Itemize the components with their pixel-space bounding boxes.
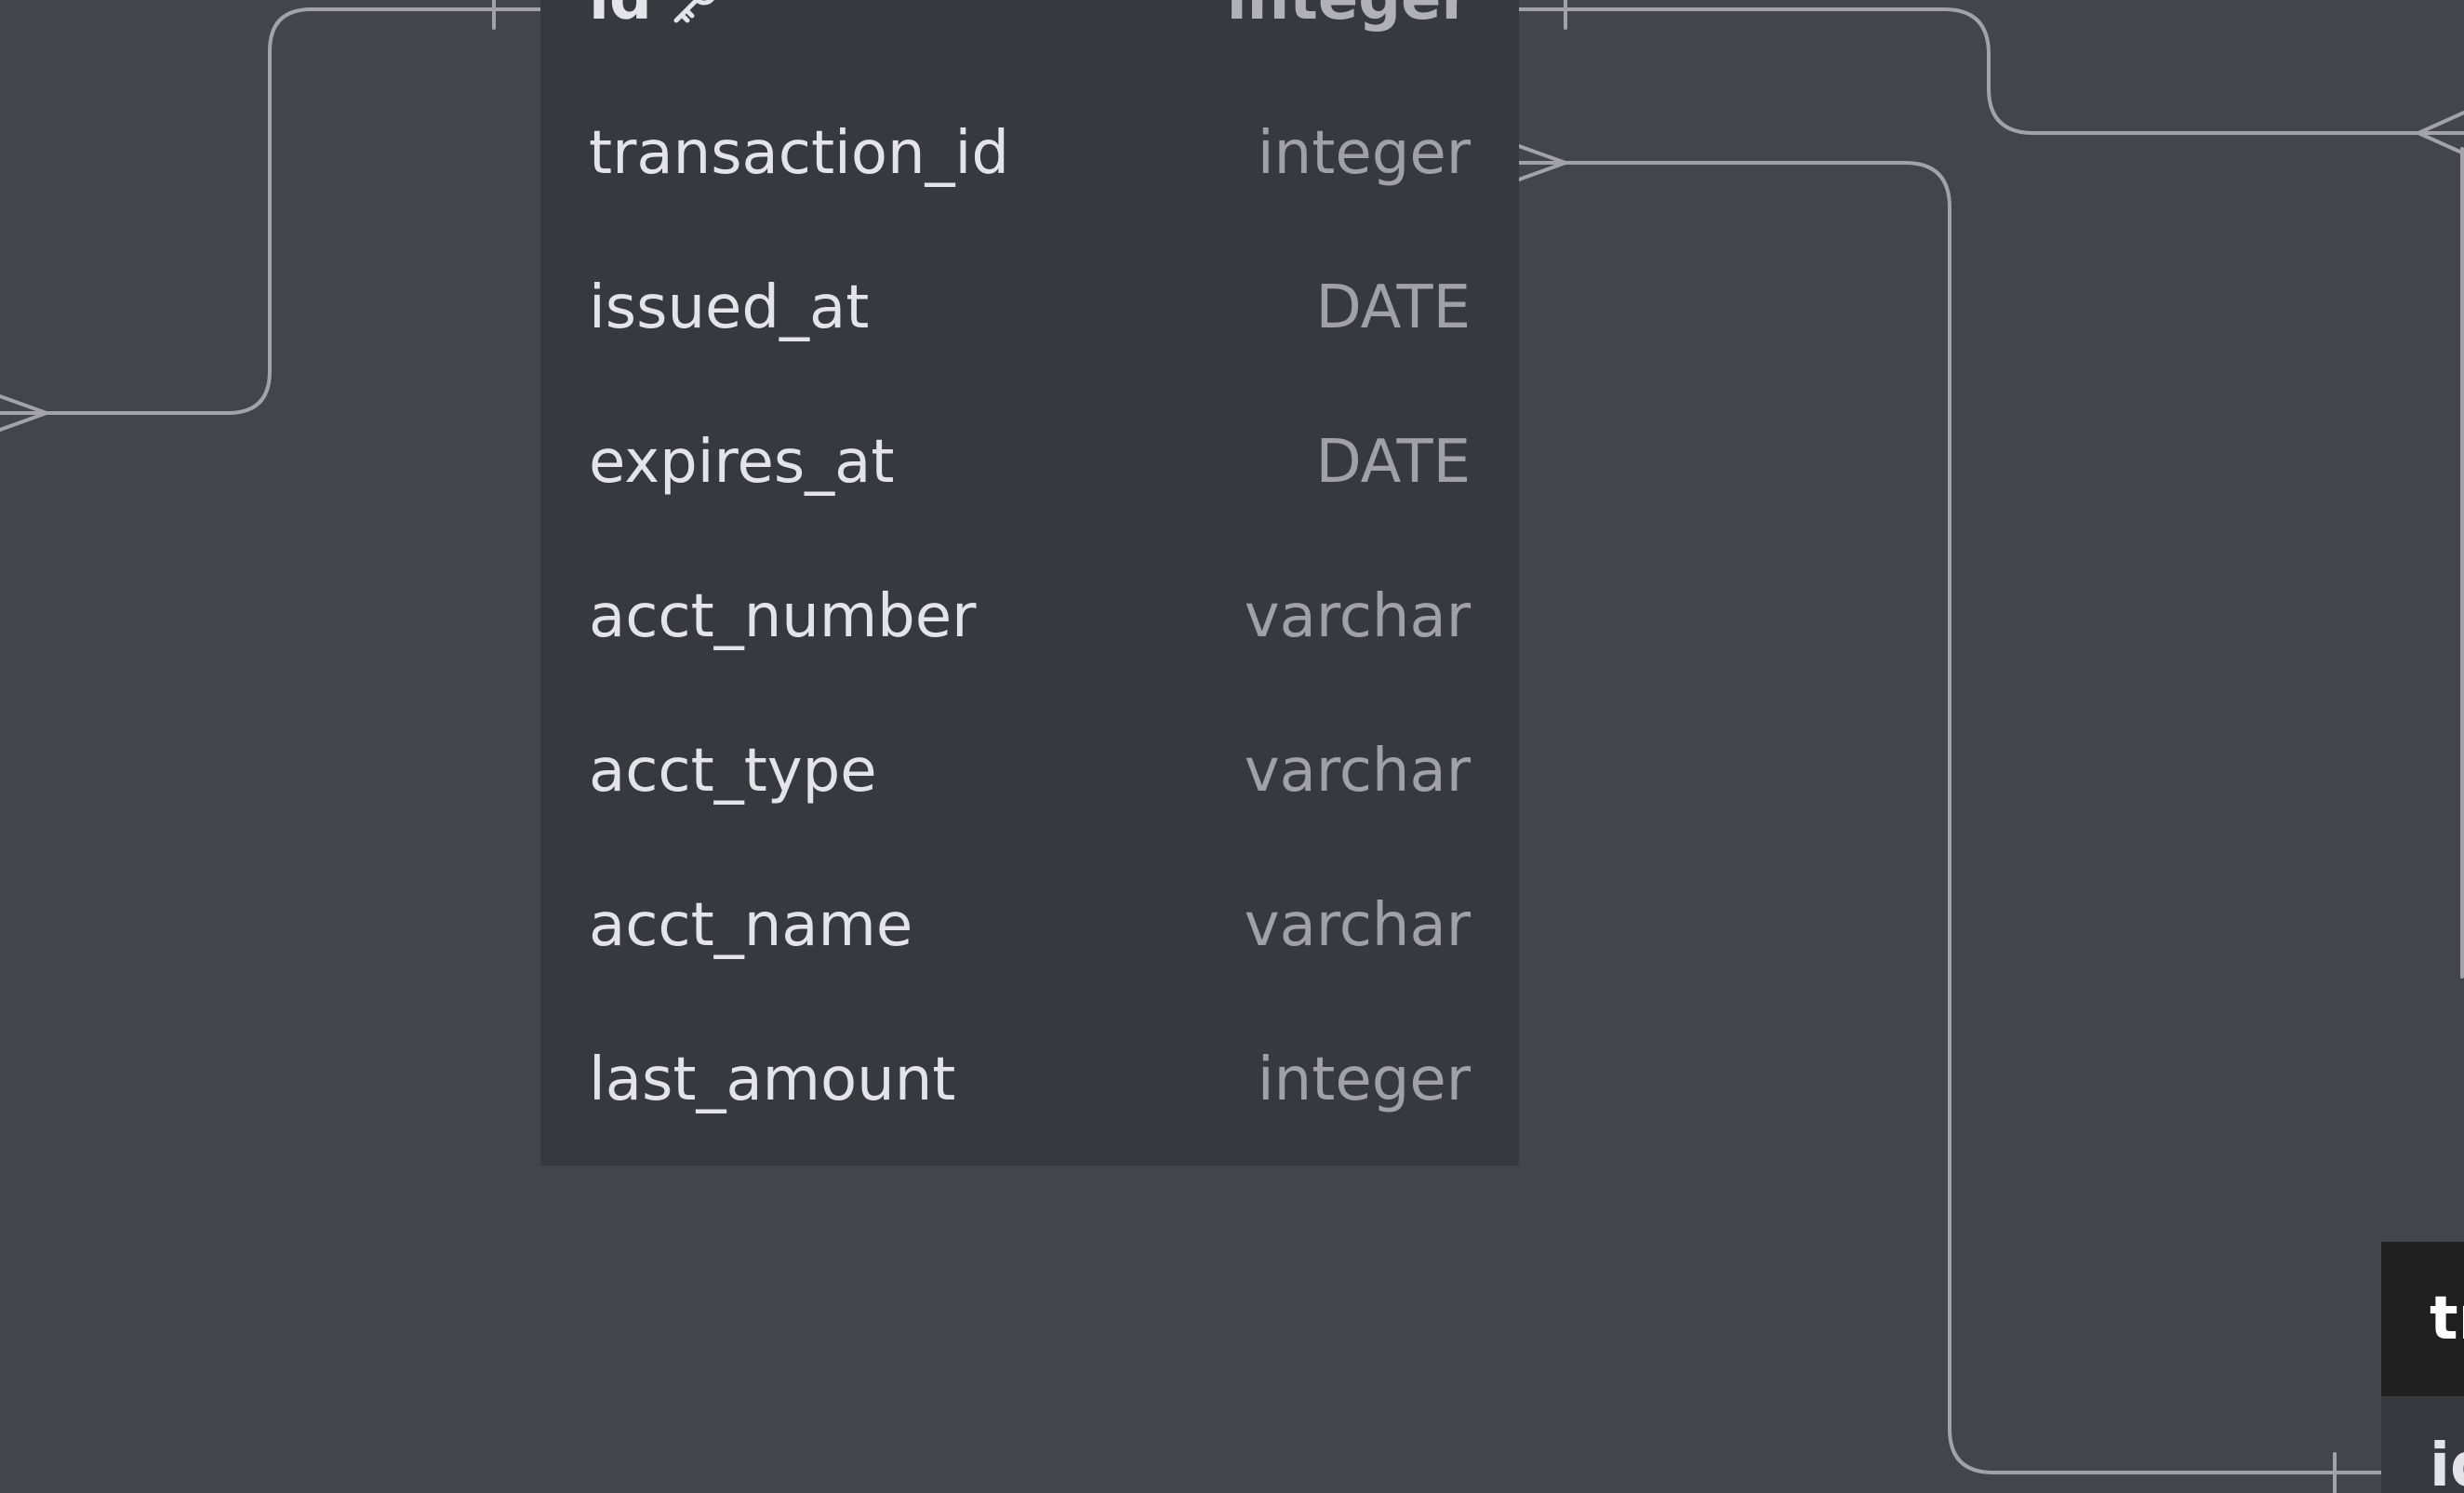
column-row-id[interactable]: id integer [540,0,1519,76]
column-row-transaction-id[interactable]: transaction_id integer [540,76,1519,231]
column-row-acct-type[interactable]: acct_type varchar [540,694,1519,848]
column-type: varchar [1244,737,1471,806]
column-row-issued-at[interactable]: issued_at DATE [540,231,1519,385]
column-name: expires_at [589,428,895,497]
column-name-label: id [589,0,652,33]
column-type: integer [1257,1046,1471,1114]
column-row-id[interactable]: id [2381,1396,2464,1493]
partial-entity-table[interactable]: tr id [2381,1242,2464,1493]
table-title: tr [2430,1285,2464,1353]
column-name: transaction_id [589,119,1009,188]
column-type: varchar [1244,891,1471,960]
relation-line-id-to-right[interactable] [1517,7,2464,135]
column-row-acct-number[interactable]: acct_number varchar [540,540,1519,694]
column-name: issued_at [589,273,870,342]
column-row-acct-name[interactable]: acct_name varchar [540,848,1519,1003]
column-name: id [2430,1432,2464,1493]
column-name: acct_number [589,582,977,651]
column-type: DATE [1315,428,1472,497]
relation-line-left-to-id[interactable] [0,7,542,415]
column-row-expires-at[interactable]: expires_at DATE [540,385,1519,540]
column-name: acct_name [589,891,913,960]
column-type: DATE [1315,273,1472,342]
column-row-last-amount[interactable]: last_amount integer [540,1003,1519,1157]
table-header[interactable]: tr [2381,1242,2464,1396]
column-type: varchar [1244,582,1471,651]
key-icon [673,0,714,23]
column-name: last_amount [589,1046,956,1114]
column-name: acct_type [589,737,877,806]
diagram-canvas[interactable]: id integer transaction_id integer issued… [0,0,2464,1493]
column-type: integer [1227,0,1471,76]
column-type: integer [1257,119,1471,188]
relation-line-transaction-id[interactable] [1517,161,2383,1474]
column-name: id [589,0,721,76]
entity-table[interactable]: id integer transaction_id integer issued… [540,0,1519,1166]
